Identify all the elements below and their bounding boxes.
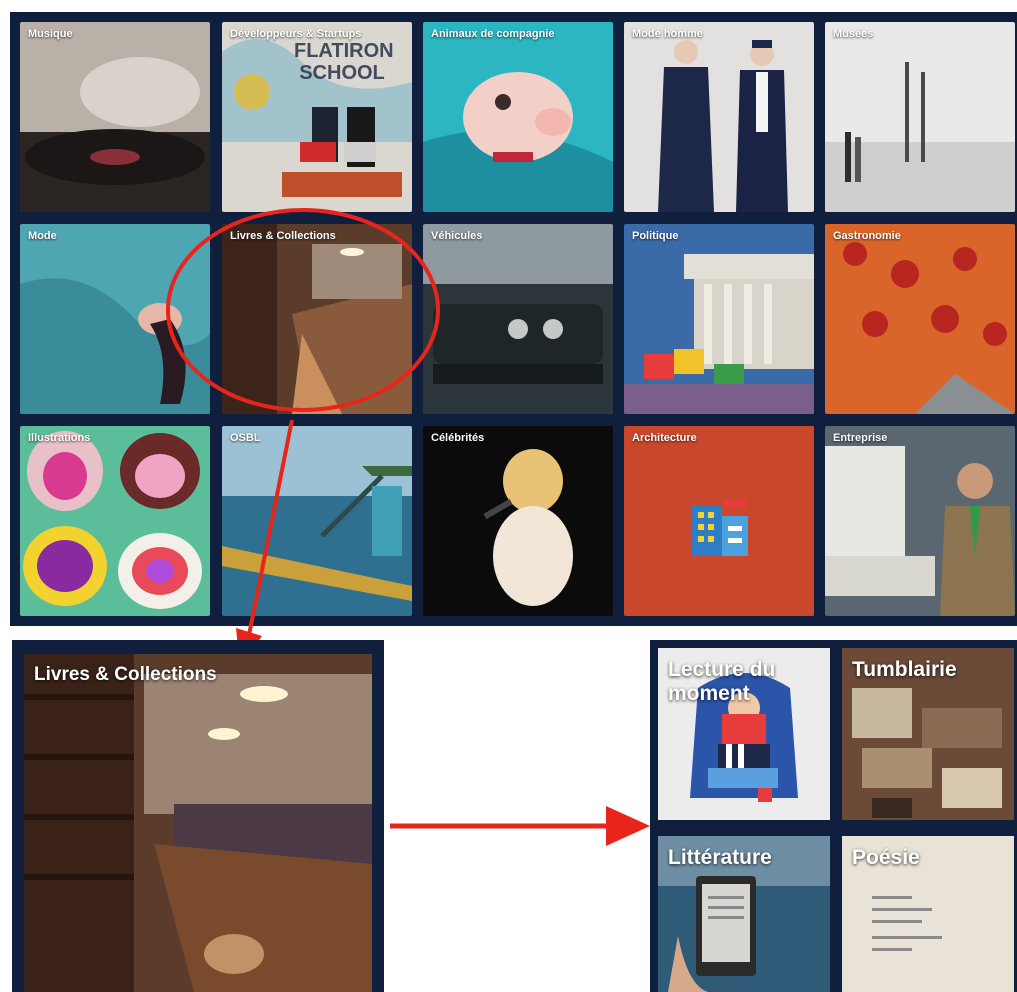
tile-musique[interactable]: Musique	[20, 22, 210, 212]
tile-entreprise[interactable]: Entreprise	[825, 426, 1015, 616]
tile-label: Musique	[28, 28, 73, 40]
tile-animaux[interactable]: Animaux de compagnie	[423, 22, 613, 212]
pig-image	[423, 22, 613, 212]
fashion-image	[20, 224, 210, 414]
tile-architecture[interactable]: Architecture	[624, 426, 814, 616]
tile-label: Véhicules	[431, 230, 483, 242]
tile-lecture-du-moment[interactable]: Lecture du moment	[658, 648, 830, 820]
library-image	[24, 654, 372, 992]
tile-vehicules[interactable]: Véhicules	[423, 224, 613, 414]
tile-mode[interactable]: Mode	[20, 224, 210, 414]
tile-label: Développeurs & Startups	[230, 28, 362, 40]
tile-mode-homme[interactable]: Mode homme	[624, 22, 814, 212]
tile-label: OSBL	[230, 432, 261, 444]
tile-developpeurs-startups[interactable]: FLATIRON SCHOOL Développeurs & Startups	[222, 22, 412, 212]
tile-label: Livres & Collections	[230, 230, 336, 242]
tile-label: Tumblairie	[852, 658, 957, 681]
tile-illustrations[interactable]: Illustrations	[20, 426, 210, 616]
school-sign: FLATIRON SCHOOL	[294, 40, 394, 84]
detail-panel: Livres & Collections	[12, 640, 384, 992]
tile-label: Illustrations	[28, 432, 91, 444]
tile-gastronomie[interactable]: Gastronomie	[825, 224, 1015, 414]
tile-label: Animaux de compagnie	[431, 28, 555, 40]
tile-celebrites[interactable]: Célébrités	[423, 426, 613, 616]
tile-label: Littérature	[668, 846, 772, 869]
library-image	[222, 224, 412, 414]
building-icon	[624, 426, 814, 616]
tile-musees[interactable]: Musées	[825, 22, 1015, 212]
singer-image	[423, 426, 613, 616]
tile-label: Lecture du moment	[668, 658, 776, 705]
menswear-image	[624, 22, 814, 212]
tile-osbl[interactable]: OSBL	[222, 426, 412, 616]
pizza-image	[825, 224, 1015, 414]
tile-label: Entreprise	[833, 432, 888, 444]
tile-politique[interactable]: Politique	[624, 224, 814, 414]
category-grid: Musique FLATIRON SCHOOL Développeurs & S…	[10, 12, 1017, 626]
illustrations-image	[20, 426, 210, 616]
subcategory-panel: Lecture du moment Tumblairie Littérature	[650, 640, 1017, 992]
tile-poesie[interactable]: Poésie	[842, 836, 1014, 992]
turntable-image	[20, 22, 210, 212]
tile-livres-collections[interactable]: Livres & Collections	[222, 224, 412, 414]
tile-label: Gastronomie	[833, 230, 901, 242]
tile-litterature[interactable]: Littérature	[658, 836, 830, 992]
courthouse-image	[624, 224, 814, 414]
tile-label: Politique	[632, 230, 679, 242]
tile-label: Célébrités	[431, 432, 485, 444]
tile-label: Architecture	[632, 432, 697, 444]
office-worker-image	[825, 426, 1015, 616]
tile-label: Mode	[28, 230, 57, 242]
museum-image	[825, 22, 1015, 212]
tile-livres-collections-large[interactable]: Livres & Collections	[24, 654, 372, 992]
tile-label: Mode homme	[632, 28, 703, 40]
tile-tumblairie[interactable]: Tumblairie	[842, 648, 1014, 820]
arrow-right-head	[606, 806, 650, 846]
tile-label: Poésie	[852, 846, 920, 869]
tile-label: Livres & Collections	[34, 664, 217, 685]
car-image	[423, 224, 613, 414]
tile-label: Musées	[833, 28, 874, 40]
water-image	[222, 426, 412, 616]
